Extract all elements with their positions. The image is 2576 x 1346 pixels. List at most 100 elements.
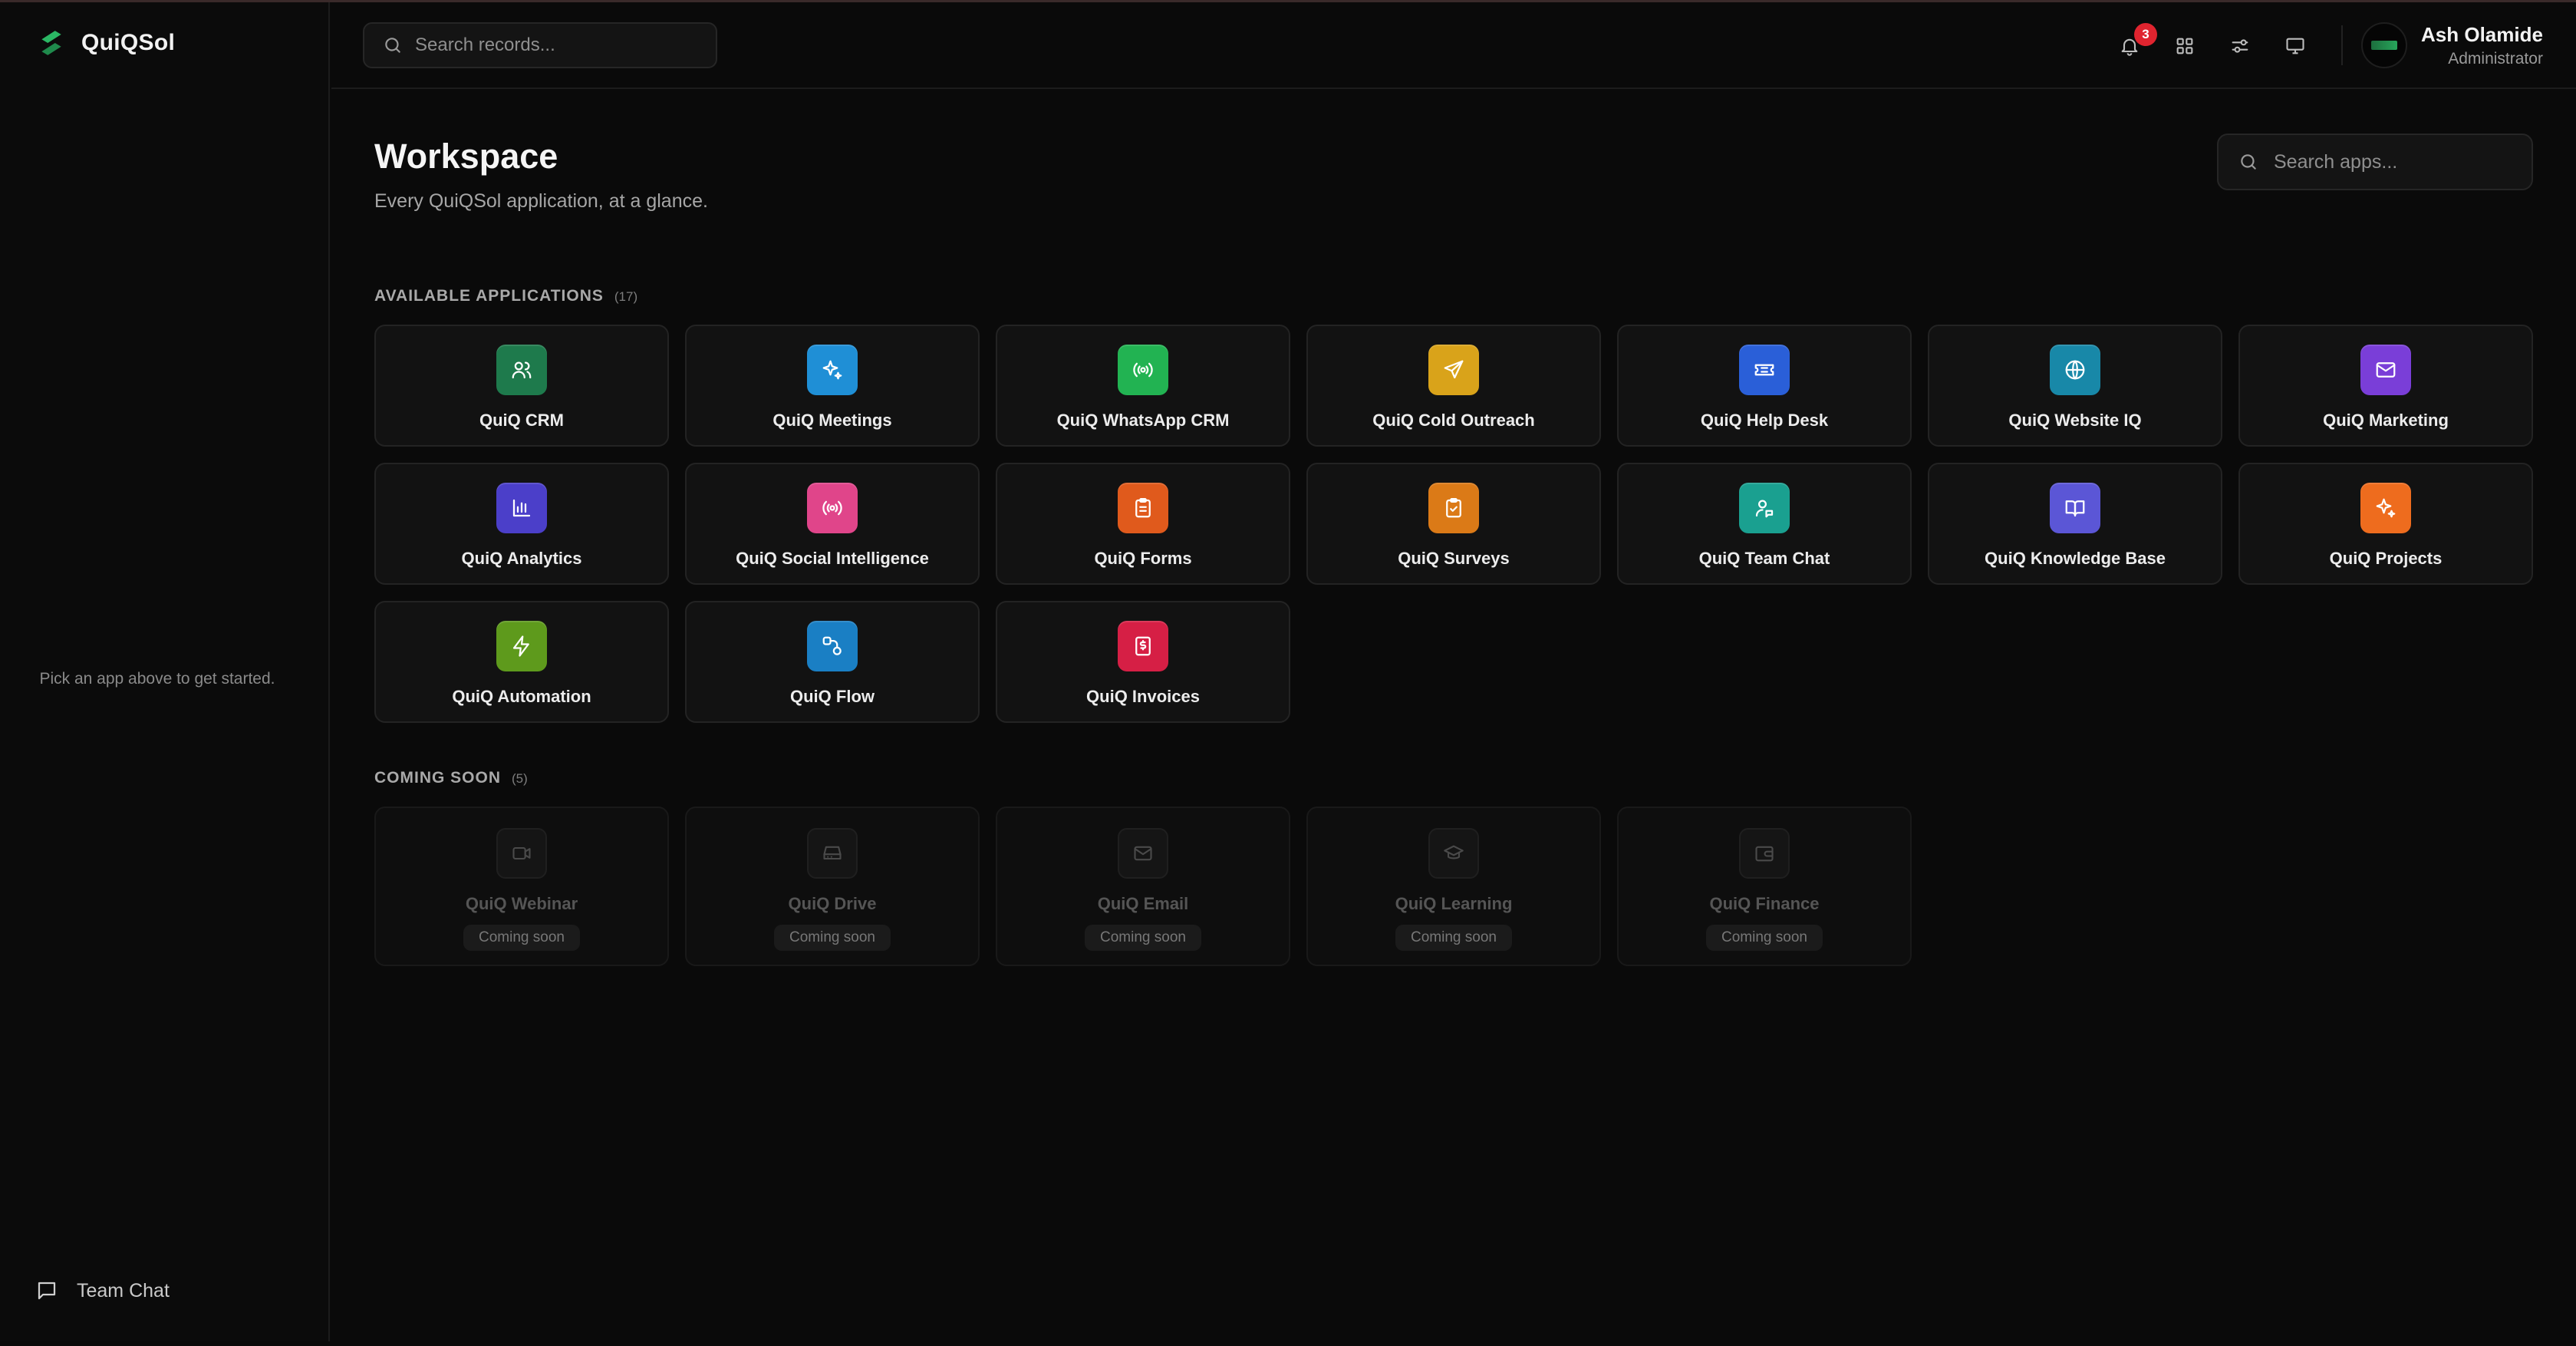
users-icon (512, 361, 532, 379)
app-card-quiq-social-intelligence[interactable]: QuiQ Social Intelligence (685, 463, 980, 585)
coming-soon-badge: Coming soon (1706, 925, 1823, 951)
avatar-logo-icon (2371, 41, 2397, 50)
app-card-label: QuiQ Meetings (772, 411, 892, 430)
broadcast-icon (822, 500, 842, 516)
app-card-label: QuiQ CRM (479, 411, 564, 430)
search-apps-box[interactable] (2217, 134, 2533, 190)
coming-soon-icon-tile (1428, 828, 1479, 879)
globe-icon (2065, 360, 2085, 380)
coming-soon-badge: Coming soon (774, 925, 891, 951)
user-info: Ash Olamide Administrator (2421, 23, 2543, 68)
coming-soon-badge: Coming soon (463, 925, 580, 951)
app-card-label: QuiQ Team Chat (1698, 549, 1830, 568)
search-icon (2241, 154, 2256, 170)
app-icon-tile (1739, 345, 1790, 395)
sidebar-hint: Pick an app above to get started. (39, 670, 275, 688)
app-card-label: QuiQ Marketing (2323, 411, 2449, 430)
notifications-badge: 3 (2134, 22, 2157, 46)
app-card-quiq-analytics[interactable]: QuiQ Analytics (374, 463, 669, 585)
app-card-label: QuiQ Analytics (461, 549, 582, 568)
coming-soon-label: QuiQ Learning (1395, 894, 1513, 913)
app-card-quiq-help-desk[interactable]: QuiQ Help Desk (1617, 325, 1912, 447)
app-card-quiq-crm[interactable]: QuiQ CRM (374, 325, 669, 447)
coming-soon-section-count: (5) (512, 771, 528, 786)
app-card-quiq-flow[interactable]: QuiQ Flow (685, 601, 980, 723)
wallet-icon (1755, 846, 1774, 862)
app-card-label: QuiQ Website IQ (2008, 411, 2142, 430)
app-card-quiq-meetings[interactable]: QuiQ Meetings (685, 325, 980, 447)
display-button[interactable] (2284, 35, 2306, 57)
coming-soon-icon-tile (1739, 828, 1790, 879)
app-card-quiq-automation[interactable]: QuiQ Automation (374, 601, 669, 723)
app-card-label: QuiQ Knowledge Base (1985, 549, 2166, 568)
send-icon (1444, 360, 1464, 379)
app-card-quiq-team-chat[interactable]: QuiQ Team Chat (1617, 463, 1912, 585)
available-applications-heading: AVAILABLE APPLICATIONS (17) (374, 287, 637, 305)
app-icon-tile (2360, 345, 2411, 395)
coming-soon-icon-tile (807, 828, 858, 879)
video-icon (512, 846, 531, 860)
notifications-button[interactable]: 3 (2119, 22, 2157, 57)
topbar: 3 (331, 2, 2576, 89)
app-icon-tile (496, 345, 547, 395)
filters-button[interactable] (2229, 35, 2251, 57)
app-icon-tile (1118, 345, 1168, 395)
coming-soon-card-quiq-learning: QuiQ Learning Coming soon (1306, 807, 1601, 966)
coming-soon-label: QuiQ Webinar (465, 894, 578, 913)
app-icon-tile (1428, 345, 1479, 395)
sidebar-team-chat-link[interactable]: Team Chat (35, 1279, 170, 1302)
app-card-label: QuiQ Flow (790, 687, 875, 706)
quiqsol-logo-icon (41, 31, 61, 55)
invoice-icon (1135, 636, 1151, 656)
page-subtitle: Every QuiQSol application, at a glance. (374, 190, 708, 212)
app-card-label: QuiQ Automation (452, 687, 591, 706)
clipboard-check-icon (1446, 498, 1461, 518)
bar-chart-icon (512, 499, 531, 517)
monitor-icon (2286, 38, 2304, 54)
coming-soon-card-quiq-webinar: QuiQ Webinar Coming soon (374, 807, 669, 966)
search-apps-input[interactable] (2274, 150, 2519, 173)
app-icon-tile (807, 621, 858, 671)
brand-name: QuiQSol (81, 30, 176, 55)
app-card-quiq-knowledge-base[interactable]: QuiQ Knowledge Base (1928, 463, 2222, 585)
available-section-count: (17) (614, 289, 638, 304)
app-icon-tile (496, 483, 547, 533)
app-card-label: QuiQ Invoices (1086, 687, 1200, 706)
workflow-icon (822, 636, 842, 655)
coming-soon-card-quiq-finance: QuiQ Finance Coming soon (1617, 807, 1912, 966)
user-menu[interactable]: Ash Olamide Administrator (2361, 22, 2543, 68)
app-card-quiq-website-iq[interactable]: QuiQ Website IQ (1928, 325, 2222, 447)
graduation-cap-icon (1444, 845, 1464, 859)
main-content: Workspace Every QuiQSol application, at … (331, 89, 2576, 1341)
app-icon-tile (807, 483, 858, 533)
ticket-icon (1754, 364, 1774, 376)
app-card-quiq-forms[interactable]: QuiQ Forms (996, 463, 1290, 585)
app-card-quiq-cold-outreach[interactable]: QuiQ Cold Outreach (1306, 325, 1601, 447)
app-icon-tile (1428, 483, 1479, 533)
app-card-quiq-projects[interactable]: QuiQ Projects (2238, 463, 2533, 585)
hard-drive-icon (823, 846, 842, 860)
topbar-actions: 3 (2119, 2, 2306, 89)
sparkles-icon (822, 360, 842, 380)
app-card-quiq-surveys[interactable]: QuiQ Surveys (1306, 463, 1601, 585)
clipboard-icon (1135, 498, 1151, 518)
search-records-box[interactable] (363, 22, 717, 68)
coming-soon-icon-tile (1118, 828, 1168, 879)
message-square-icon (38, 1282, 56, 1300)
book-icon (2065, 500, 2085, 517)
coming-soon-badge: Coming soon (1085, 925, 1201, 951)
search-records-input[interactable] (415, 35, 707, 56)
apps-grid-button[interactable] (2174, 35, 2196, 57)
app-card-quiq-invoices[interactable]: QuiQ Invoices (996, 601, 1290, 723)
app-card-label: QuiQ Surveys (1398, 549, 1510, 568)
coming-soon-label: QuiQ Finance (1709, 894, 1820, 913)
brand[interactable]: QuiQSol (37, 28, 175, 58)
coming-soon-grid: QuiQ Webinar Coming soon QuiQ Drive Coming … (374, 807, 2533, 966)
app-icon-tile (496, 621, 547, 671)
sparkles-icon (2376, 498, 2396, 518)
app-card-quiq-whatsapp-crm[interactable]: QuiQ WhatsApp CRM (996, 325, 1290, 447)
app-card-quiq-marketing[interactable]: QuiQ Marketing (2238, 325, 2533, 447)
app-icon-tile (2050, 345, 2100, 395)
coming-soon-card-quiq-email: QuiQ Email Coming soon (996, 807, 1290, 966)
coming-soon-label: QuiQ Drive (788, 894, 877, 913)
